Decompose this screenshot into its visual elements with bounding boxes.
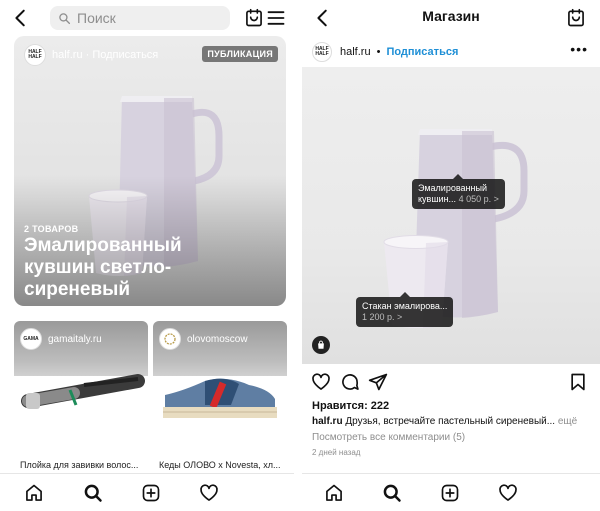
- featured-account[interactable]: HALF HALF half.ru · Подписаться: [24, 44, 158, 66]
- follow-button[interactable]: Подписаться: [386, 46, 458, 58]
- product-card-curler[interactable]: GAMA gamaitaly.ru: [14, 321, 148, 456]
- tag-cup-line-2: 1 200 р. >: [362, 312, 447, 323]
- half-logo: HALF HALF: [312, 42, 332, 62]
- tag-cup-name: Стакан эмалирова...: [362, 301, 448, 311]
- share-icon[interactable]: [368, 372, 388, 392]
- search-header: Поиск: [0, 0, 294, 34]
- post-type-badge: ПУБЛИКАЦИЯ: [202, 46, 278, 62]
- search-input[interactable]: Поиск: [50, 6, 230, 30]
- curler-account-name: gamaitaly.ru: [48, 333, 102, 345]
- gama-logo: GAMA: [20, 328, 42, 350]
- add-icon[interactable]: [440, 483, 460, 503]
- tag-pitcher-price: 4 050 р.: [458, 194, 492, 204]
- bottom-nav: [302, 473, 600, 511]
- post-caption: half.ru Друзья, встречайте пастельный си…: [312, 416, 592, 427]
- search-placeholder: Поиск: [77, 10, 116, 26]
- curler-caption[interactable]: Плойка для завивки волос...: [20, 460, 154, 470]
- tag-arrow-icon: >: [397, 312, 403, 322]
- product-tag-cup[interactable]: Стакан эмалирова... 1 200 р. >: [356, 292, 454, 327]
- product-tag-pitcher[interactable]: Эмалированный кувшин... 4 050 р. >: [412, 174, 505, 209]
- home-icon[interactable]: [24, 483, 44, 503]
- bottom-nav: [0, 473, 294, 511]
- product-card-sneaker[interactable]: olovomoscow: [153, 321, 287, 456]
- sneaker-account[interactable]: olovomoscow: [159, 328, 248, 350]
- sneaker-caption[interactable]: Кеды ОЛОВО x Novesta, хл...: [159, 460, 293, 470]
- olovo-logo: [159, 328, 181, 350]
- more-options-icon[interactable]: •••: [570, 41, 588, 57]
- shop-icon[interactable]: [566, 8, 586, 28]
- search-icon: [59, 12, 71, 24]
- caption-text: Друзья, встречайте пастельный сиреневый.…: [345, 416, 556, 427]
- caption-more-link[interactable]: ещё: [558, 416, 577, 427]
- curler-account[interactable]: GAMA gamaitaly.ru: [20, 328, 102, 350]
- shop-search-screen: Поиск HALF HALF half.ru · Подписаться ПУ…: [0, 0, 294, 511]
- heart-icon[interactable]: [498, 483, 518, 503]
- items-count: 2 ТОВАРОВ: [24, 224, 79, 234]
- separator-dot: •: [376, 46, 381, 58]
- tag-pitcher-line-2: кувшин... 4 050 р. >: [418, 194, 499, 205]
- comment-icon[interactable]: [340, 372, 360, 392]
- view-comments-link[interactable]: Посмотреть все комментарии (5): [312, 432, 465, 443]
- post-actions: [302, 372, 600, 394]
- back-arrow-icon[interactable]: [10, 7, 32, 29]
- menu-icon[interactable]: [266, 8, 286, 28]
- screen-divider: [294, 0, 302, 511]
- tag-pitcher-name-2: кувшин...: [418, 194, 457, 204]
- shop-post-screen: Магазин HALF HALF half.ru • Подписаться …: [302, 0, 600, 511]
- bag-icon[interactable]: [312, 336, 330, 354]
- page-title: Магазин: [422, 8, 480, 24]
- half-logo: HALF HALF: [24, 44, 46, 66]
- home-icon[interactable]: [324, 483, 344, 503]
- post-account[interactable]: HALF HALF half.ru • Подписаться: [312, 42, 458, 62]
- search-icon[interactable]: [83, 483, 103, 503]
- save-icon[interactable]: [568, 372, 588, 392]
- sneaker-account-name: olovomoscow: [187, 333, 248, 345]
- post-timestamp: 2 дней назад: [312, 448, 361, 457]
- shop-icon[interactable]: [244, 8, 264, 28]
- tag-arrow-icon: >: [493, 194, 499, 204]
- tag-cup-price: 1 200 р.: [362, 312, 395, 322]
- tag-pitcher-name-1: Эмалированный: [418, 183, 487, 193]
- post-photo[interactable]: Эмалированный кувшин... 4 050 р. > Стака…: [302, 67, 600, 364]
- featured-title: Эмалированный кувшин светло-сиреневый: [24, 235, 182, 300]
- post-account-name[interactable]: half.ru: [340, 46, 371, 58]
- heart-icon[interactable]: [311, 372, 331, 392]
- featured-post-card[interactable]: HALF HALF half.ru · Подписаться ПУБЛИКАЦ…: [14, 36, 286, 306]
- search-icon[interactable]: [382, 483, 402, 503]
- likes-count[interactable]: Нравится: 222: [312, 400, 389, 412]
- featured-account-name: half.ru · Подписаться: [52, 49, 159, 61]
- heart-icon[interactable]: [199, 483, 219, 503]
- caption-account[interactable]: half.ru: [312, 416, 343, 427]
- add-icon[interactable]: [141, 483, 161, 503]
